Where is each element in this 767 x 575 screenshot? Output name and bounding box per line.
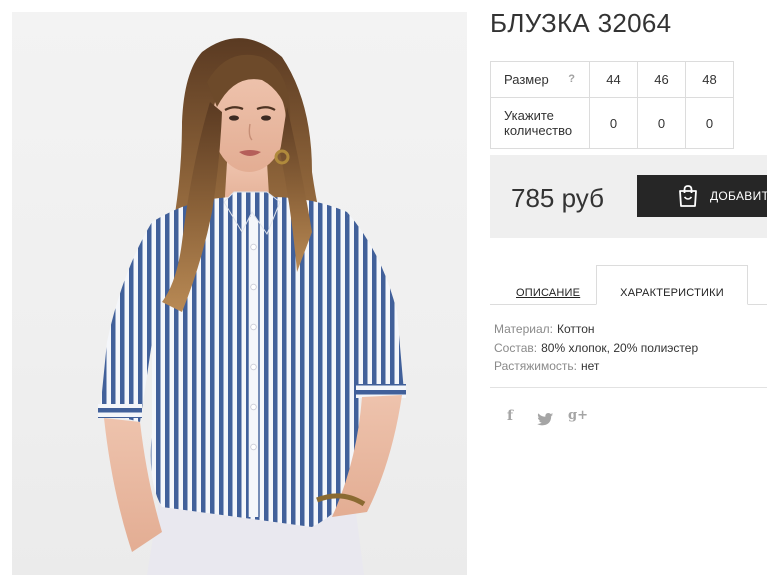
characteristic-row: Растяжимость: нет <box>494 357 698 376</box>
size-label-cell: Размер ? <box>490 61 590 98</box>
product-tabs: ОПИСАНИЕ ХАРАКТЕРИСТИКИ <box>490 265 767 305</box>
product-photo[interactable] <box>12 12 467 575</box>
size-option-46[interactable]: 46 <box>637 61 686 98</box>
characteristic-value: нет <box>581 359 600 373</box>
price-value: 785 руб <box>511 183 604 213</box>
quantity-input-48[interactable]: 0 <box>685 97 734 149</box>
section-divider <box>490 387 767 388</box>
quantity-input-44[interactable]: 0 <box>589 97 638 149</box>
tab-characteristics-label: ХАРАКТЕРИСТИКИ <box>620 286 724 299</box>
characteristic-row: Состав: 80% хлопок, 20% полиэстер <box>494 339 698 358</box>
add-to-cart-label: ДОБАВИТЬ <box>710 189 767 203</box>
characteristic-row: Материал: Коттон <box>494 320 698 339</box>
quantity-label: Укажите количество <box>490 97 590 149</box>
price-panel: 785 руб ДОБАВИТЬ <box>490 155 767 238</box>
googleplus-share-icon[interactable]: g+ <box>568 408 588 428</box>
size-label: Размер <box>504 72 549 87</box>
size-option-44[interactable]: 44 <box>589 61 638 98</box>
twitter-share-icon[interactable] <box>536 410 554 430</box>
characteristics-list: Материал: Коттон Состав: 80% хлопок, 20% п… <box>494 320 698 376</box>
tab-description[interactable]: ОПИСАНИЕ <box>516 265 580 305</box>
model-illustration <box>98 38 406 575</box>
characteristic-key: Состав: <box>494 340 538 355</box>
size-option-48[interactable]: 48 <box>685 61 734 98</box>
size-help-icon[interactable]: ? <box>568 72 575 87</box>
size-quantity-table: Размер ? 44 46 48 Укажите количество 0 0… <box>490 61 734 149</box>
quantity-row: Укажите количество 0 0 0 <box>490 97 734 149</box>
tab-description-label: ОПИСАНИЕ <box>516 286 581 299</box>
facebook-share-icon[interactable]: f <box>503 408 517 428</box>
characteristic-key: Растяжимость: <box>494 359 578 373</box>
tab-characteristics[interactable]: ХАРАКТЕРИСТИКИ <box>596 265 748 305</box>
characteristic-value: 80% хлопок, 20% полиэстер <box>541 340 699 355</box>
shopping-bag-icon <box>679 185 697 207</box>
quantity-input-46[interactable]: 0 <box>637 97 686 149</box>
characteristic-value: Коттон <box>556 322 595 336</box>
size-row: Размер ? 44 46 48 <box>490 61 734 98</box>
characteristic-key: Материал: <box>494 322 553 336</box>
add-to-cart-button[interactable]: ДОБАВИТЬ <box>637 175 767 217</box>
product-title: БЛУЗКА 32064 <box>490 8 672 38</box>
